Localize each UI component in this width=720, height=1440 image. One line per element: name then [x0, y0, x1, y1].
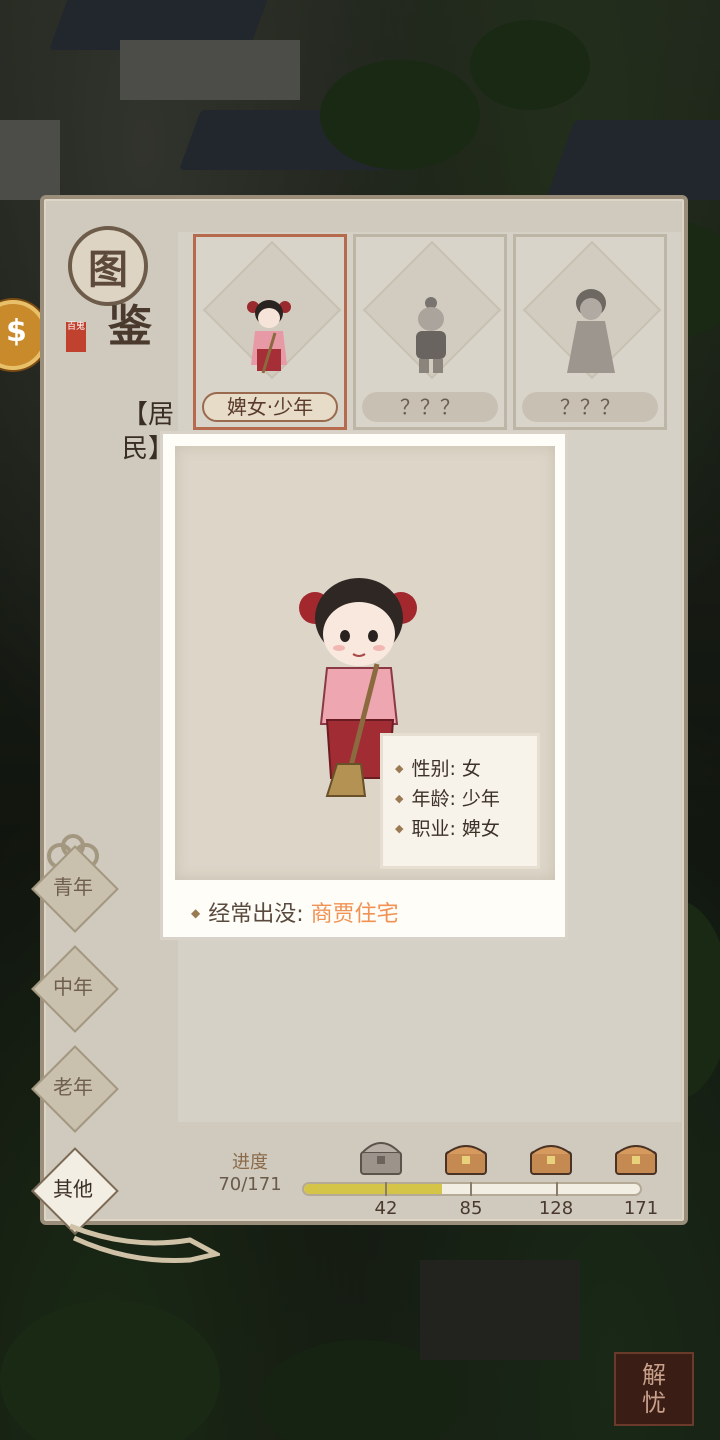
corner-button-line1: 解: [642, 1361, 666, 1389]
logo-seal: 百鬼: [66, 322, 86, 352]
age-tab-other[interactable]: 其他: [31, 1147, 119, 1235]
character-detail-popup[interactable]: ◆ 性别: 女 ◆ 年龄: 少年 ◆ 职业: 婢女 ◆ 经常出没: 商贾住宅: [160, 431, 568, 940]
treasure-chest-icon[interactable]: [527, 1138, 575, 1176]
gender-key: 性别:: [411, 758, 456, 780]
job-key: 职业:: [411, 818, 456, 840]
character-info-box: ◆ 性别: 女 ◆ 年龄: 少年 ◆ 职业: 婢女: [380, 733, 540, 869]
info-gender-row: ◆ 性别: 女: [395, 758, 481, 780]
character-card-1[interactable]: 婢女·少年: [193, 234, 347, 430]
age-tab-youth[interactable]: 青年: [31, 845, 119, 933]
decorative-tassel-icon: [70, 1223, 220, 1263]
milestone-label: 171: [623, 1198, 659, 1219]
haunt-key: 经常出没:: [208, 902, 304, 927]
character-card-2-name: ？？？: [362, 392, 498, 422]
progress-value: 70/171: [218, 1174, 282, 1195]
locked-character-silhouette-icon: [567, 289, 615, 373]
age-tab-other-label: 其他: [53, 1177, 93, 1201]
opened-chest-icon[interactable]: [357, 1138, 405, 1176]
category-label: 【居民】: [122, 400, 175, 464]
milestone-label: 128: [538, 1198, 574, 1219]
locked-character-silhouette-icon: [416, 297, 446, 373]
maid-girl-thumbnail-icon: [247, 300, 291, 374]
progress-label: 进度: [232, 1152, 268, 1173]
age-value: 少年: [461, 788, 500, 810]
corner-button-line2: 忧: [642, 1389, 666, 1417]
age-tab-middle-age-label: 中年: [53, 975, 93, 999]
age-tab-youth-label: 青年: [53, 875, 93, 899]
age-tab-old-age-label: 老年: [53, 1075, 93, 1099]
character-portrait-area: ◆ 性别: 女 ◆ 年龄: 少年 ◆ 职业: 婢女: [175, 446, 555, 880]
info-job-row: ◆ 职业: 婢女: [395, 818, 500, 840]
haunt-location: 商贾住宅: [310, 902, 399, 927]
info-age-row: ◆ 年龄: 少年: [395, 788, 500, 810]
progress-label-block: 进度 70/171: [214, 1148, 286, 1208]
frequent-location-row: ◆ 经常出没: 商贾住宅: [191, 902, 399, 927]
treasure-chest-icon[interactable]: [442, 1138, 490, 1176]
age-key: 年龄:: [411, 788, 456, 810]
character-card-3-name: ？？？: [522, 392, 658, 422]
progress-bar: [302, 1182, 642, 1196]
milestone-label: 42: [374, 1198, 398, 1219]
character-card-2[interactable]: ？？？: [353, 234, 507, 430]
corner-jieyou-button[interactable]: 解 忧: [614, 1352, 694, 1426]
character-card-1-name: 婢女·少年: [202, 392, 338, 422]
treasure-chest-icon[interactable]: [612, 1138, 660, 1176]
character-card-3[interactable]: ？？？: [513, 234, 667, 430]
encyclopedia-logo-bottom: 鉴: [108, 301, 152, 352]
age-tab-old-age[interactable]: 老年: [31, 1045, 119, 1133]
milestone-label: 85: [459, 1198, 483, 1219]
gender-value: 女: [461, 758, 481, 780]
progress-fill: [304, 1184, 442, 1194]
job-value: 婢女: [461, 818, 500, 840]
age-tab-middle-age[interactable]: 中年: [31, 945, 119, 1033]
